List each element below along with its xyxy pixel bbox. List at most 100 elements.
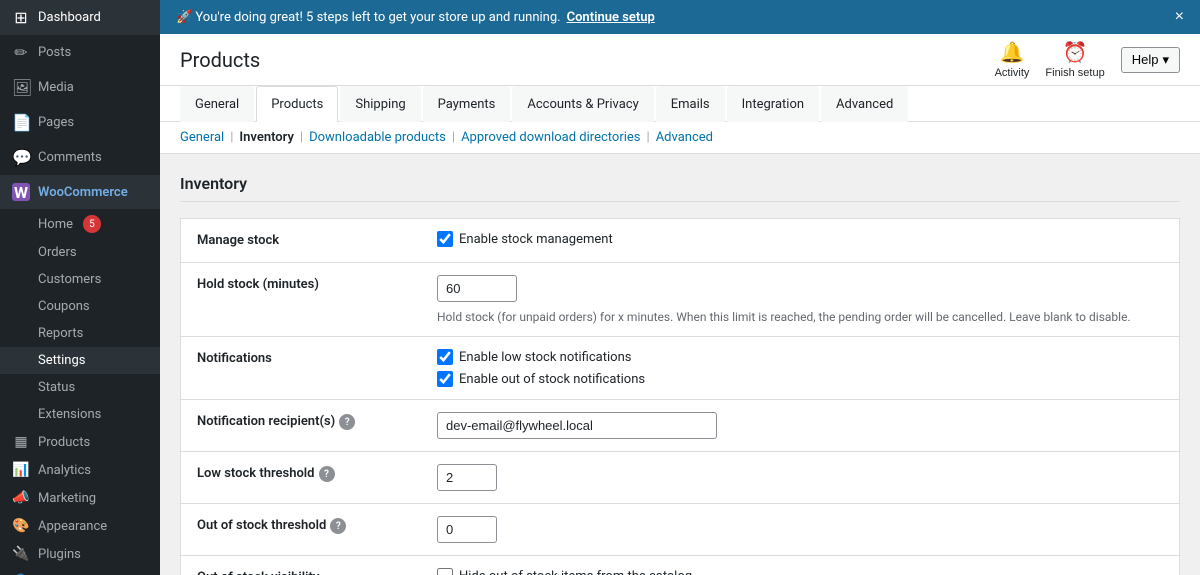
sidebar-item-marketing[interactable]: 📣 Marketing (0, 484, 160, 512)
sidebar-item-pages[interactable]: 📄 Pages (0, 105, 160, 140)
out-of-stock-threshold-label: Out of stock threshold ? (181, 504, 421, 548)
low-stock-threshold-label: Low stock threshold ? (181, 452, 421, 496)
low-stock-notif-label[interactable]: Enable low stock notifications (459, 350, 631, 365)
out-of-stock-threshold-tooltip: ? (330, 518, 346, 534)
notification-recipient-input[interactable] (437, 412, 717, 439)
sidebar-item-settings[interactable]: Settings (0, 347, 160, 374)
header-actions: 🔔 Activity ⏰ Finish setup Help ▾ (995, 40, 1180, 79)
out-of-stock-notif-checkbox[interactable] (437, 371, 453, 387)
sidebar-item-media[interactable]: 🖼 Media (0, 70, 160, 105)
subnav-advanced[interactable]: Advanced (656, 130, 713, 145)
section-title: Inventory (180, 174, 1180, 202)
notifications-value: Enable low stock notifications Enable ou… (421, 337, 1179, 399)
hold-stock-row: Hold stock (minutes) Hold stock (for unp… (181, 263, 1179, 337)
page-title: Products (180, 48, 260, 72)
marketing-icon: 📣 (12, 490, 30, 506)
tab-products[interactable]: Products (256, 86, 338, 122)
low-stock-threshold-tooltip: ? (319, 466, 335, 482)
continue-setup-link[interactable]: Continue setup (567, 10, 655, 25)
activity-button[interactable]: 🔔 Activity (995, 40, 1030, 79)
hold-stock-input[interactable] (437, 275, 517, 302)
sidebar-item-products[interactable]: ▦ Products (0, 428, 160, 456)
help-button[interactable]: Help ▾ (1121, 47, 1180, 73)
appearance-icon: 🎨 (12, 518, 30, 534)
manage-stock-checkbox-label[interactable]: Enable stock management (459, 232, 613, 247)
notifications-label: Notifications (181, 337, 421, 380)
products-icon: ▦ (12, 434, 30, 450)
content-area: General Products Shipping Payments Accou… (160, 86, 1200, 575)
manage-stock-row: Manage stock Enable stock management (181, 219, 1179, 263)
sidebar-item-customers[interactable]: Customers (0, 266, 160, 293)
sidebar-item-plugins[interactable]: 🔌 Plugins (0, 540, 160, 568)
dashboard-icon: ⊞ (12, 8, 30, 27)
notification-recipient-row: Notification recipient(s) ? (181, 400, 1179, 452)
home-badge: 5 (83, 215, 101, 233)
sidebar-item-analytics[interactable]: 📊 Analytics (0, 456, 160, 484)
tab-emails[interactable]: Emails (656, 86, 725, 122)
subnav-general[interactable]: General (180, 130, 224, 145)
out-of-stock-threshold-value (421, 504, 1179, 555)
analytics-icon: 📊 (12, 462, 30, 478)
tab-general[interactable]: General (180, 86, 254, 122)
tab-integration[interactable]: Integration (727, 86, 819, 122)
out-of-stock-notif-label[interactable]: Enable out of stock notifications (459, 372, 645, 387)
sidebar-item-posts[interactable]: ✏ Posts (0, 35, 160, 70)
notification-message: 🚀 You're doing great! 5 steps left to ge… (176, 10, 655, 25)
out-of-stock-visibility-row: Out of stock visibility Hide out of stoc… (181, 556, 1179, 575)
pages-icon: 📄 (12, 113, 30, 132)
notification-recipient-tooltip: ? (339, 414, 355, 430)
tab-shipping[interactable]: Shipping (340, 86, 420, 122)
sidebar-item-orders[interactable]: Orders (0, 239, 160, 266)
sidebar-item-status[interactable]: Status (0, 374, 160, 401)
posts-icon: ✏ (12, 43, 30, 62)
sidebar-item-extensions[interactable]: Extensions (0, 401, 160, 428)
sidebar-item-comments[interactable]: 💬 Comments (0, 140, 160, 175)
out-of-stock-visibility-checkbox-row: Hide out of stock items from the catalog (437, 568, 1163, 575)
sidebar-item-dashboard[interactable]: ⊞ Dashboard (0, 0, 160, 35)
hold-stock-label: Hold stock (minutes) (181, 263, 421, 306)
sidebar-item-woocommerce[interactable]: W WooCommerce (0, 175, 160, 209)
notification-close-button[interactable]: × (1175, 8, 1184, 26)
tab-accounts-privacy[interactable]: Accounts & Privacy (512, 86, 653, 122)
hold-stock-help: Hold stock (for unpaid orders) for x min… (437, 310, 1163, 324)
notification-bar: 🚀 You're doing great! 5 steps left to ge… (160, 0, 1200, 34)
out-of-stock-notif-row: Enable out of stock notifications (437, 371, 1163, 387)
activity-icon: 🔔 (1000, 40, 1025, 65)
tab-advanced[interactable]: Advanced (821, 86, 908, 122)
subnav-inventory[interactable]: Inventory (239, 130, 294, 145)
tab-payments[interactable]: Payments (423, 86, 511, 122)
manage-stock-checkbox[interactable] (437, 231, 453, 247)
out-of-stock-visibility-checkbox[interactable] (437, 568, 453, 575)
woocommerce-icon: W (12, 183, 30, 201)
subnav-approved-dirs[interactable]: Approved download directories (461, 130, 640, 145)
finish-setup-button[interactable]: ⏰ Finish setup (1045, 40, 1104, 79)
out-of-stock-visibility-label: Out of stock visibility (181, 556, 421, 575)
sidebar-item-coupons[interactable]: Coupons (0, 293, 160, 320)
low-stock-threshold-row: Low stock threshold ? (181, 452, 1179, 504)
page-header: Products 🔔 Activity ⏰ Finish setup Help … (160, 34, 1200, 86)
notification-recipient-label: Notification recipient(s) ? (181, 400, 421, 444)
subnav-downloadable[interactable]: Downloadable products (309, 130, 446, 145)
main-content: 🚀 You're doing great! 5 steps left to ge… (160, 0, 1200, 575)
low-stock-notif-checkbox[interactable] (437, 349, 453, 365)
low-stock-threshold-input[interactable] (437, 464, 497, 491)
notifications-row: Notifications Enable low stock notificat… (181, 337, 1179, 400)
notification-recipient-value (421, 400, 1179, 451)
sidebar-item-home[interactable]: Home 5 (0, 209, 160, 239)
low-stock-threshold-value (421, 452, 1179, 503)
sidebar: ⊞ Dashboard ✏ Posts 🖼 Media 📄 Pages 💬 Co… (0, 0, 160, 575)
out-of-stock-visibility-checkbox-label[interactable]: Hide out of stock items from the catalog (459, 569, 692, 575)
sidebar-item-reports[interactable]: Reports (0, 320, 160, 347)
sidebar-item-users[interactable]: 👤 Users (0, 568, 160, 575)
manage-stock-label: Manage stock (181, 219, 421, 262)
out-of-stock-visibility-value: Hide out of stock items from the catalog (421, 556, 1179, 575)
sidebar-item-appearance[interactable]: 🎨 Appearance (0, 512, 160, 540)
out-of-stock-threshold-row: Out of stock threshold ? (181, 504, 1179, 556)
manage-stock-checkbox-row: Enable stock management (437, 231, 1163, 247)
tabs-bar: General Products Shipping Payments Accou… (160, 86, 1200, 122)
manage-stock-value: Enable stock management (421, 219, 1179, 259)
low-stock-notif-row: Enable low stock notifications (437, 349, 1163, 365)
settings-table: Manage stock Enable stock management (180, 218, 1180, 575)
out-of-stock-threshold-input[interactable] (437, 516, 497, 543)
plugins-icon: 🔌 (12, 546, 30, 562)
